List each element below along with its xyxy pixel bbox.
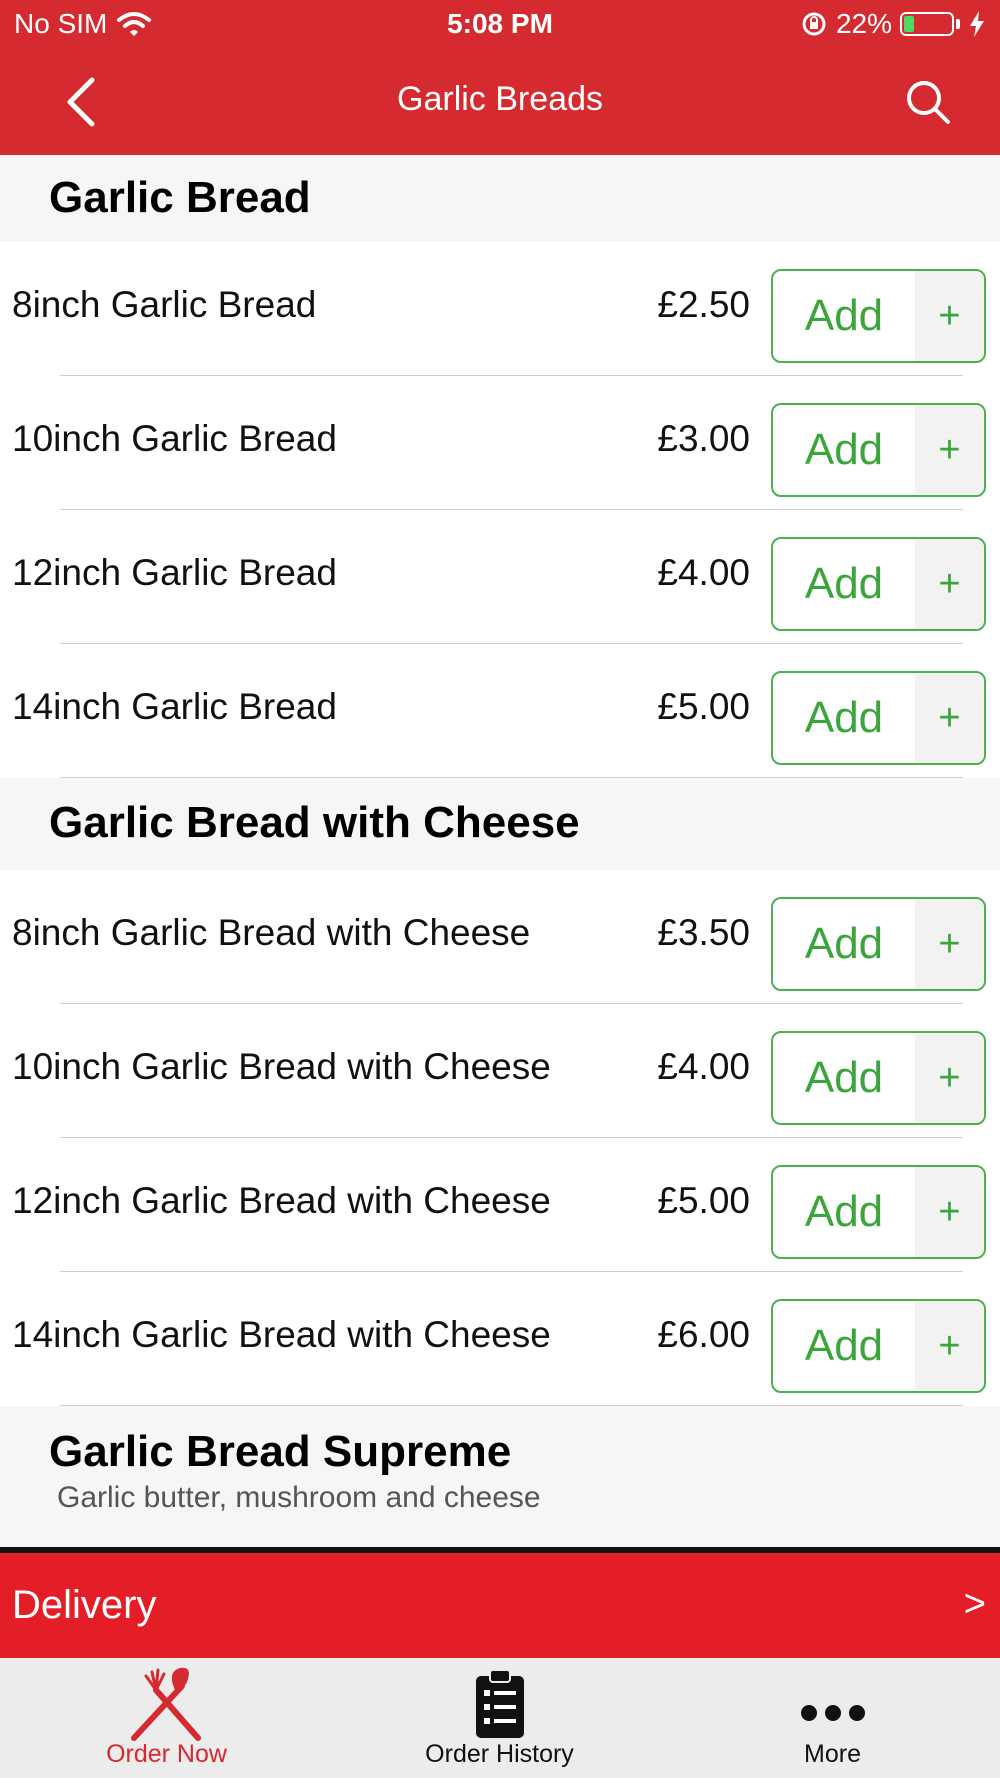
section-title: Garlic Bread bbox=[49, 173, 311, 222]
section-title: Garlic Bread with Cheese bbox=[49, 798, 580, 847]
section-header-garlic-bread-supreme: Garlic Bread Supreme Garlic butter, mush… bbox=[0, 1406, 1000, 1547]
menu-item: 8inch Garlic Bread with Cheese £3.50 Add… bbox=[0, 870, 1000, 1004]
more-dots-icon bbox=[800, 1705, 865, 1721]
item-price: £5.00 bbox=[657, 686, 750, 727]
add-label: Add bbox=[804, 693, 884, 742]
plus-icon: + bbox=[915, 899, 984, 989]
tab-label: Order Now bbox=[106, 1740, 227, 1768]
tab-more[interactable]: More bbox=[666, 1658, 999, 1778]
menu-item: 12inch Garlic Bread £4.00 Add + bbox=[0, 510, 1000, 644]
menu-item: 14inch Garlic Bread £5.00 Add + bbox=[0, 644, 1000, 778]
item-price: £4.00 bbox=[657, 552, 750, 593]
add-label: Add bbox=[804, 559, 884, 608]
item-name: 8inch Garlic Bread with Cheese bbox=[12, 912, 531, 953]
plus-icon: + bbox=[915, 1167, 984, 1257]
add-button[interactable]: Add + bbox=[771, 269, 986, 363]
plus-icon: + bbox=[915, 1301, 984, 1391]
plus-icon: + bbox=[915, 539, 984, 629]
battery-percent: 22% bbox=[835, 8, 892, 39]
add-label: Add bbox=[804, 1187, 884, 1236]
status-right: 22% bbox=[800, 8, 986, 40]
item-name: 14inch Garlic Bread bbox=[12, 686, 337, 727]
item-price: £3.50 bbox=[657, 912, 750, 953]
app-header: No SIM 5:08 PM 22% Garlic Breads bbox=[0, 0, 1000, 155]
plus-icon: + bbox=[915, 1033, 984, 1123]
item-price: £3.00 bbox=[657, 418, 750, 459]
tab-bar: Order Now Order History More bbox=[0, 1658, 1000, 1778]
item-name: 12inch Garlic Bread with Cheese bbox=[12, 1180, 551, 1221]
item-name: 12inch Garlic Bread bbox=[12, 552, 337, 593]
tab-order-now[interactable]: Order Now bbox=[0, 1658, 333, 1778]
add-button[interactable]: Add + bbox=[771, 1165, 986, 1259]
battery-level bbox=[904, 16, 915, 32]
add-button[interactable]: Add + bbox=[771, 403, 986, 497]
plus-icon: + bbox=[915, 271, 984, 361]
search-button[interactable] bbox=[900, 74, 956, 130]
charging-bolt-icon bbox=[970, 11, 984, 37]
add-label: Add bbox=[804, 425, 884, 474]
plus-icon: + bbox=[915, 673, 984, 763]
menu-item: 10inch Garlic Bread with Cheese £4.00 Ad… bbox=[0, 1004, 1000, 1138]
navigation-bar: Garlic Breads bbox=[0, 60, 1000, 142]
tab-label: More bbox=[804, 1740, 861, 1768]
item-name: 8inch Garlic Bread bbox=[12, 284, 317, 325]
menu-item: 10inch Garlic Bread £3.00 Add + bbox=[0, 376, 1000, 510]
menu-item: 14inch Garlic Bread with Cheese £6.00 Ad… bbox=[0, 1272, 1000, 1406]
item-name: 14inch Garlic Bread with Cheese bbox=[12, 1314, 551, 1355]
orientation-lock-icon bbox=[802, 12, 826, 36]
section-description: Garlic butter, mushroom and cheese bbox=[57, 1481, 541, 1514]
add-label: Add bbox=[804, 1053, 884, 1102]
add-label: Add bbox=[804, 919, 884, 968]
delivery-bar[interactable]: Delivery > bbox=[0, 1553, 1000, 1658]
menu-item: 12inch Garlic Bread with Cheese £5.00 Ad… bbox=[0, 1138, 1000, 1272]
fork-knife-icon bbox=[130, 1667, 201, 1741]
add-label: Add bbox=[804, 1321, 884, 1370]
item-name: 10inch Garlic Bread bbox=[12, 418, 337, 459]
item-name: 10inch Garlic Bread with Cheese bbox=[12, 1046, 551, 1087]
clipboard-list-icon bbox=[475, 1669, 524, 1738]
battery-icon bbox=[900, 12, 954, 36]
plus-icon: + bbox=[915, 405, 984, 495]
add-button[interactable]: Add + bbox=[771, 537, 986, 631]
tab-order-history[interactable]: Order History bbox=[333, 1658, 666, 1778]
section-header-garlic-bread-cheese: Garlic Bread with Cheese bbox=[0, 778, 1000, 870]
item-price: £6.00 bbox=[657, 1314, 750, 1355]
section-header-garlic-bread: Garlic Bread bbox=[0, 155, 1000, 242]
item-price: £2.50 bbox=[657, 284, 750, 325]
add-button[interactable]: Add + bbox=[771, 1031, 986, 1125]
menu-item: 8inch Garlic Bread £2.50 Add + bbox=[0, 242, 1000, 376]
add-button[interactable]: Add + bbox=[771, 671, 986, 765]
add-label: Add bbox=[804, 291, 884, 340]
add-button[interactable]: Add + bbox=[771, 1299, 986, 1393]
chevron-right-icon: > bbox=[963, 1583, 986, 1625]
search-icon bbox=[907, 81, 950, 124]
tab-label: Order History bbox=[425, 1740, 574, 1768]
status-bar: No SIM 5:08 PM 22% bbox=[0, 0, 1000, 52]
delivery-label: Delivery bbox=[12, 1583, 157, 1627]
section-title: Garlic Bread Supreme bbox=[49, 1427, 512, 1476]
add-button[interactable]: Add + bbox=[771, 897, 986, 991]
battery-tip bbox=[956, 19, 960, 29]
page-title: Garlic Breads bbox=[397, 80, 603, 118]
item-price: £5.00 bbox=[657, 1180, 750, 1221]
item-price: £4.00 bbox=[657, 1046, 750, 1087]
